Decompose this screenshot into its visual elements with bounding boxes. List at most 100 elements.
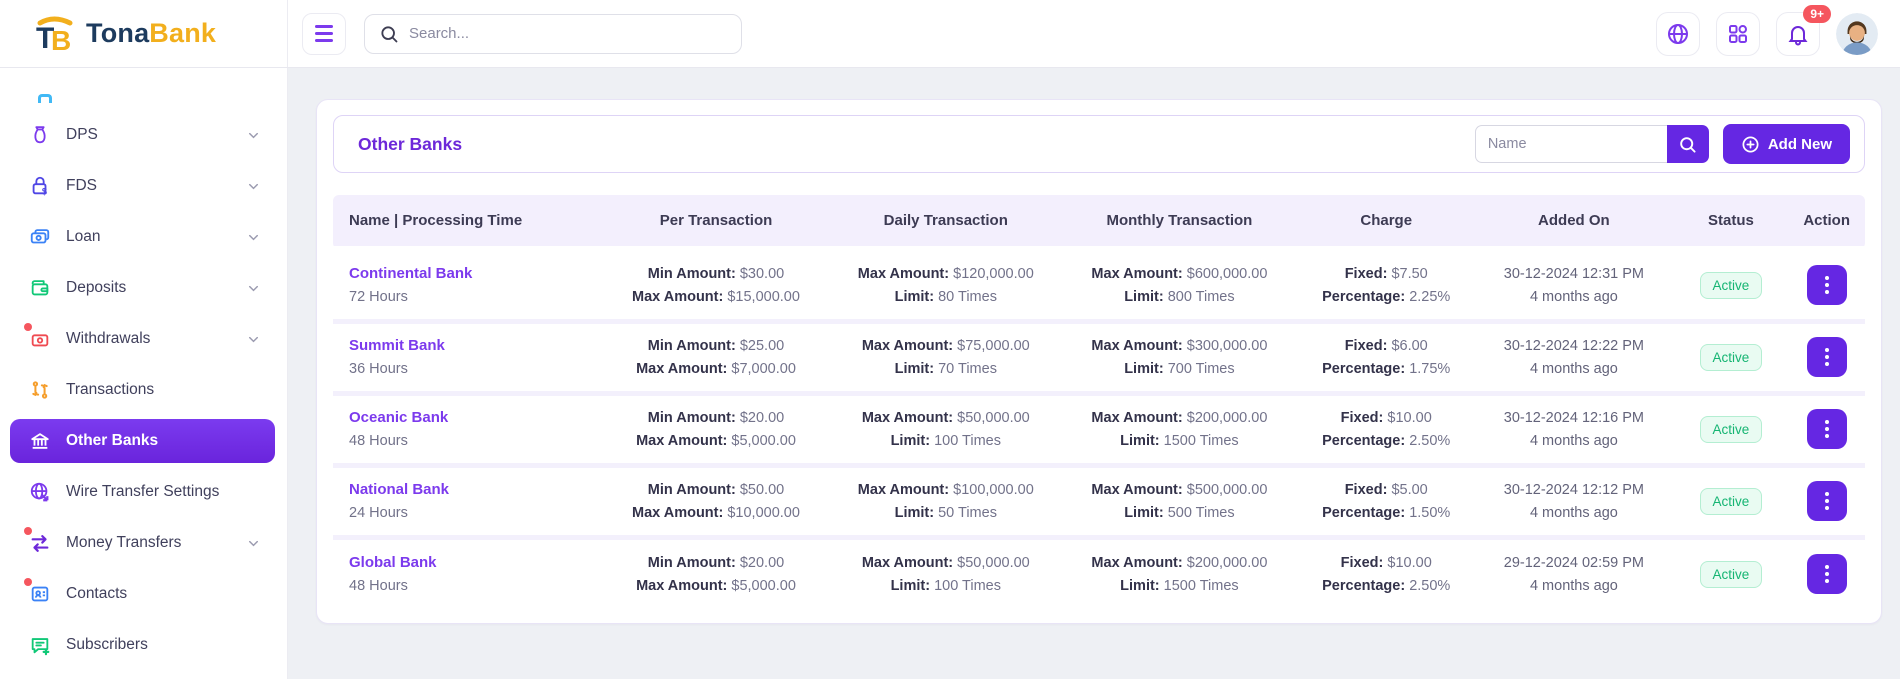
- sidebar-item-wire-transfer-settings[interactable]: Wire Transfer Settings: [10, 470, 275, 514]
- limit-label: Limit:: [895, 289, 934, 305]
- sidebar-item-transactions[interactable]: Transactions: [10, 368, 275, 412]
- sidebar-item-dps[interactable]: DPS: [10, 113, 275, 157]
- sidebar-item-money-transfers[interactable]: Money Transfers: [10, 521, 275, 565]
- chevron-down-icon: [246, 179, 261, 194]
- language-button[interactable]: [1656, 12, 1700, 56]
- avatar-image: [1836, 13, 1878, 55]
- per-min-value: $20.00: [740, 555, 784, 571]
- global-search-input[interactable]: [409, 25, 727, 42]
- limit-label: Limit:: [1124, 289, 1163, 305]
- apps-button[interactable]: [1716, 12, 1760, 56]
- sidebar-item-label: Transactions: [66, 381, 154, 399]
- daily-max-value: $75,000.00: [957, 338, 1030, 354]
- sidebar-item-label: Money Transfers: [66, 534, 181, 552]
- monthly-max-value: $500,000.00: [1187, 482, 1268, 498]
- processing-time: 36 Hours: [349, 361, 597, 377]
- sidebar-item-contacts[interactable]: Contacts: [10, 572, 275, 616]
- global-search[interactable]: [364, 14, 742, 54]
- safe-lock-icon: $: [28, 174, 52, 198]
- daily-transaction-cell: Max Amount: $50,000.00 Limit: 100 Times: [831, 393, 1061, 465]
- monthly-transaction-cell: Max Amount: $500,000.00 Limit: 500 Times: [1061, 465, 1298, 537]
- row-actions-button[interactable]: [1807, 554, 1847, 594]
- bank-name-link[interactable]: Continental Bank: [349, 265, 472, 282]
- added-on-cell: 30-12-2024 12:22 PM 4 months ago: [1474, 321, 1673, 393]
- percentage-label: Percentage:: [1322, 289, 1405, 305]
- per-transaction-cell: Min Amount: $20.00 Max Amount: $5,000.00: [601, 537, 831, 609]
- percentage-label: Percentage:: [1322, 578, 1405, 594]
- bank-name-link[interactable]: Summit Bank: [349, 337, 445, 354]
- fixed-label: Fixed:: [1345, 266, 1388, 282]
- added-date: 30-12-2024 12:12 PM: [1478, 482, 1669, 498]
- added-on-cell: 30-12-2024 12:16 PM 4 months ago: [1474, 393, 1673, 465]
- bank-name-link[interactable]: National Bank: [349, 481, 449, 498]
- action-cell: [1788, 321, 1865, 393]
- row-actions-button[interactable]: [1807, 337, 1847, 377]
- processing-time: 24 Hours: [349, 505, 597, 521]
- charge-fixed-value: $6.00: [1391, 338, 1427, 354]
- monthly-limit-value: 700 Times: [1168, 361, 1235, 377]
- wallet-icon: [28, 276, 52, 300]
- sidebar-toggle-button[interactable]: [302, 13, 346, 55]
- table-header-row: Name | Processing Time Per Transaction D…: [333, 195, 1865, 249]
- user-avatar[interactable]: [1836, 13, 1878, 55]
- kebab-menu-icon: [1825, 420, 1829, 438]
- sidebar-item-loan[interactable]: Loan: [10, 215, 275, 259]
- sidebar-item-label: Subscribers: [66, 636, 148, 654]
- status-cell: Active: [1673, 465, 1788, 537]
- daily-max-value: $120,000.00: [953, 266, 1034, 282]
- sidebar-item-withdrawals[interactable]: Withdrawals: [10, 317, 275, 361]
- chevron-down-icon: [246, 230, 261, 245]
- limit-label: Limit:: [891, 578, 930, 594]
- table-row: Oceanic Bank 48 Hours Min Amount: $20.00…: [333, 393, 1865, 465]
- min-amount-label: Min Amount:: [648, 266, 736, 282]
- status-cell: Active: [1673, 321, 1788, 393]
- sidebar-item-other-banks[interactable]: Other Banks: [10, 419, 275, 463]
- sidebar-item-label: FDS: [66, 177, 97, 195]
- daily-max-value: $50,000.00: [957, 555, 1030, 571]
- row-actions-button[interactable]: [1807, 265, 1847, 305]
- sidebar-item-label: Loan: [66, 228, 100, 246]
- added-on-cell: 29-12-2024 02:59 PM 4 months ago: [1474, 537, 1673, 609]
- subscribe-message-icon: [28, 633, 52, 657]
- chevron-down-icon: [246, 281, 261, 296]
- charge-cell: Fixed: $10.00 Percentage: 2.50%: [1298, 537, 1474, 609]
- limit-label: Limit:: [1124, 505, 1163, 521]
- action-cell: [1788, 537, 1865, 609]
- logo[interactable]: T B TonaBank: [0, 0, 288, 67]
- row-actions-button[interactable]: [1807, 481, 1847, 521]
- sidebar-item-subscribers[interactable]: Subscribers: [10, 623, 275, 667]
- sidebar-item-fds[interactable]: $ FDS: [10, 164, 275, 208]
- table-row: Continental Bank 72 Hours Min Amount: $3…: [333, 249, 1865, 321]
- monthly-transaction-cell: Max Amount: $200,000.00 Limit: 1500 Time…: [1061, 537, 1298, 609]
- max-amount-label: Max Amount:: [632, 505, 723, 521]
- sidebar-item-deposits[interactable]: Deposits: [10, 266, 275, 310]
- notifications-button[interactable]: 9+: [1776, 12, 1820, 56]
- kebab-menu-icon: [1825, 348, 1829, 366]
- daily-transaction-cell: Max Amount: $75,000.00 Limit: 70 Times: [831, 321, 1061, 393]
- name-filter-input[interactable]: [1475, 125, 1667, 163]
- added-date: 30-12-2024 12:16 PM: [1478, 410, 1669, 426]
- fixed-label: Fixed:: [1341, 555, 1384, 571]
- limit-label: Limit:: [895, 361, 934, 377]
- bank-name-link[interactable]: Global Bank: [349, 554, 437, 571]
- sidebar-item-label: Other Banks: [66, 432, 158, 450]
- tonabank-logo-icon: T B: [34, 14, 76, 54]
- filter-search-button[interactable]: [1667, 125, 1709, 163]
- per-min-value: $50.00: [740, 482, 784, 498]
- apps-grid-icon: [1726, 22, 1750, 46]
- per-max-value: $5,000.00: [731, 578, 796, 594]
- row-actions-button[interactable]: [1807, 409, 1847, 449]
- min-amount-label: Min Amount:: [648, 410, 736, 426]
- sidebar: DPS $ FDS Loan Deposits: [0, 68, 288, 679]
- max-amount-label: Max Amount:: [862, 555, 953, 571]
- column-monthly-transaction: Monthly Transaction: [1061, 195, 1298, 249]
- add-new-button[interactable]: Add New: [1723, 124, 1850, 164]
- clipped-menu-icon: [38, 94, 52, 103]
- limit-label: Limit:: [1120, 433, 1159, 449]
- min-amount-label: Min Amount:: [648, 338, 736, 354]
- action-cell: [1788, 465, 1865, 537]
- bank-name-link[interactable]: Oceanic Bank: [349, 409, 448, 426]
- per-min-value: $25.00: [740, 338, 784, 354]
- status-cell: Active: [1673, 249, 1788, 321]
- processing-time: 48 Hours: [349, 433, 597, 449]
